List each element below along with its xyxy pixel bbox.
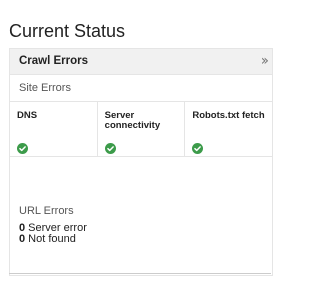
url-errors-list: 0 Server error 0 Not found [10,223,272,275]
double-chevron-right-icon[interactable]: ›› [261,53,269,69]
crawl-errors-header[interactable]: Crawl Errors ›› [10,49,272,75]
check-circle-icon [192,143,204,154]
check-circle-icon [104,143,116,154]
site-error-label: Server connectivity [104,110,161,131]
url-error-row-not-found[interactable]: 0 Not found [19,234,272,245]
site-error-card-dns[interactable]: DNS [10,102,98,156]
site-error-label: Robots.txt fetch [192,110,265,121]
site-error-label: DNS [17,110,38,121]
url-errors-label: URL Errors [19,205,74,217]
site-errors-cards: DNS Server connectivity Robots.txt fetch [10,102,272,157]
site-error-card-server-connectivity[interactable]: Server connectivity [98,102,186,156]
page-title: Current Status [9,21,126,41]
bottom-divider [9,273,271,274]
crawl-errors-title: Crawl Errors [19,55,89,67]
crawl-errors-panel: Crawl Errors ›› Site Errors DNS Server c… [9,48,273,276]
check-circle-icon [17,143,28,154]
site-errors-label: Site Errors [10,75,272,102]
url-error-text: Not found [25,233,76,245]
site-error-card-robots-txt[interactable]: Robots.txt fetch [185,102,272,156]
